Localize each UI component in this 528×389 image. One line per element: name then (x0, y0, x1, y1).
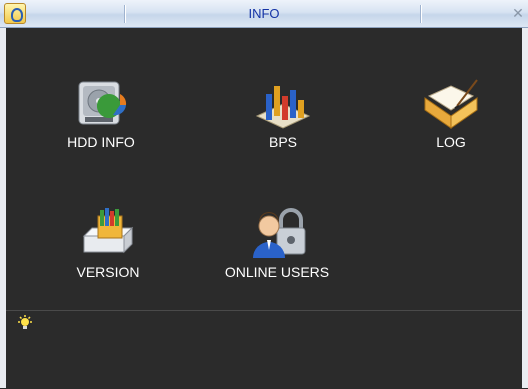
log-book-icon (424, 79, 478, 129)
lightbulb-icon (18, 315, 32, 329)
log-label: LOG (436, 134, 466, 150)
online-users-icon (253, 208, 306, 258)
hdd-info-button[interactable]: HDD INFO (41, 76, 161, 150)
version-icon (82, 208, 134, 254)
version-label: VERSION (76, 264, 140, 280)
log-button[interactable]: LOG (391, 76, 511, 150)
title-bar: INFO ✕ (0, 0, 528, 28)
hdd-info-icon (78, 81, 127, 125)
online-users-label: ONLINE USERS (224, 264, 330, 280)
bps-button[interactable]: BPS (223, 76, 343, 150)
online-users-button[interactable]: ONLINE USERS (217, 206, 337, 280)
window-title: INFO (248, 6, 280, 21)
bps-label: BPS (268, 134, 297, 150)
close-icon[interactable]: ✕ (510, 4, 526, 22)
version-button[interactable]: VERSION (48, 206, 168, 280)
status-bar (6, 310, 522, 389)
right-frame (522, 28, 528, 388)
hdd-info-label: HDD INFO (67, 134, 135, 150)
bps-chart-icon (255, 86, 311, 129)
